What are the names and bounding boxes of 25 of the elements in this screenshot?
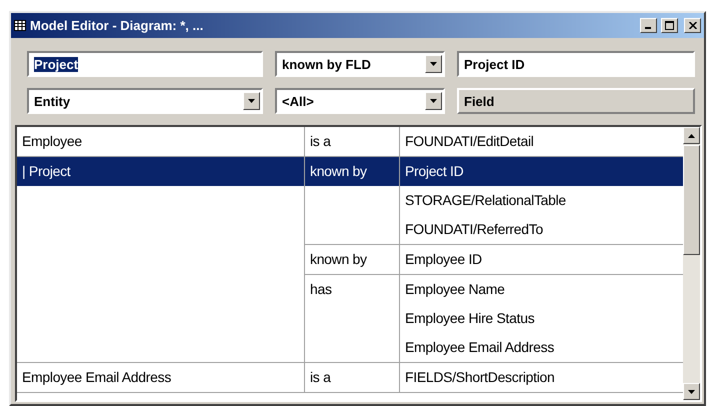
subject-cell[interactable]: | Project: [17, 157, 304, 186]
up-arrow-icon: [688, 134, 695, 138]
subject-type-dropdown[interactable]: Entity: [27, 88, 263, 114]
down-arrow-icon: [430, 99, 437, 103]
scroll-thumb[interactable]: [683, 145, 700, 255]
scroll-down-button[interactable]: [683, 383, 700, 400]
relation-cell: known by: [305, 157, 399, 186]
relation-dropdown[interactable]: known by FLD: [275, 51, 445, 77]
maximize-button[interactable]: [661, 18, 678, 33]
table-icon: [14, 20, 26, 31]
subject-field[interactable]: Project: [27, 51, 263, 77]
minimize-button[interactable]: [640, 18, 657, 33]
relation-filter-dropdown[interactable]: <All>: [275, 88, 445, 114]
maximize-icon: [665, 21, 674, 30]
down-arrow-icon: [430, 62, 437, 66]
target-cell: Project ID: [400, 157, 683, 186]
close-icon: [688, 22, 696, 29]
down-arrow-icon: [688, 390, 695, 394]
target-field[interactable]: Project ID: [457, 51, 695, 77]
down-arrow-icon: [248, 99, 255, 103]
close-button[interactable]: [684, 18, 701, 33]
scrollbar[interactable]: [683, 127, 700, 400]
window-title: Model Editor - Diagram: *, ...: [30, 18, 204, 33]
scroll-up-button[interactable]: [683, 127, 700, 144]
target-type-field: Field: [457, 88, 695, 114]
